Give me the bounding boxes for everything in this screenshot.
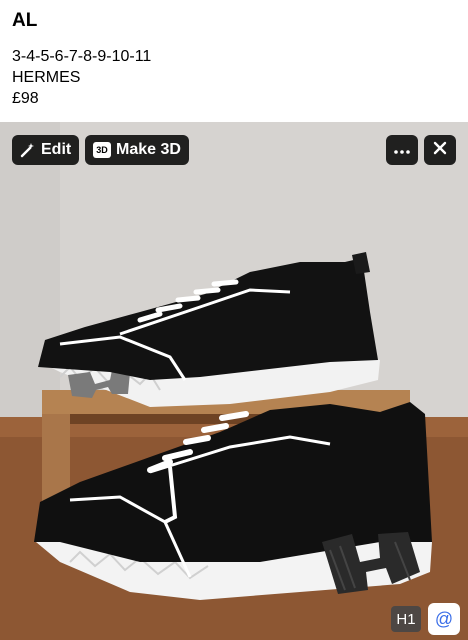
message-header: AL 3-4-5-6-7-8-9-10-11 HERMES £98 (0, 0, 468, 122)
make-3d-label: Make 3D (116, 141, 181, 158)
mention-button[interactable]: @ (428, 603, 460, 635)
more-button[interactable] (386, 135, 418, 165)
edit-label: Edit (41, 141, 72, 158)
product-photo[interactable] (0, 122, 468, 640)
close-icon (433, 141, 447, 160)
more-icon (394, 141, 410, 159)
close-button[interactable] (424, 135, 456, 165)
h1-tag: H1 (391, 606, 421, 632)
edit-button[interactable]: Edit (12, 135, 80, 165)
sizes-text: 3-4-5-6-7-8-9-10-11 (12, 48, 152, 65)
price-text: £98 (12, 90, 39, 107)
3d-badge: 3D (93, 142, 111, 158)
brand-text: HERMES (12, 69, 81, 86)
sneaker-image (0, 122, 468, 640)
magic-wand-icon (20, 142, 36, 158)
make-3d-button[interactable]: 3D Make 3D (85, 135, 189, 165)
sender-name: AL (12, 10, 38, 31)
3d-icon: 3D (93, 142, 111, 158)
